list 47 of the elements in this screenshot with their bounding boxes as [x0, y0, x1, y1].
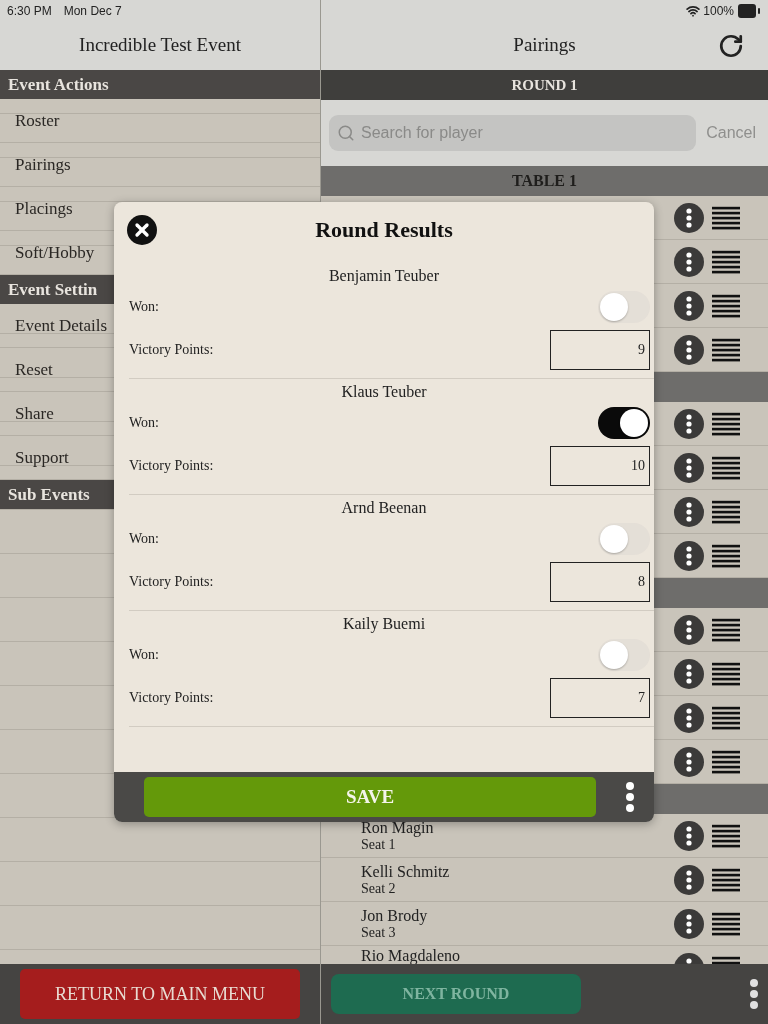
seat-label: Seat 2	[361, 879, 397, 897]
won-toggle[interactable]	[598, 523, 650, 555]
player-name: Kaily Buemi	[342, 615, 426, 635]
won-label: Won:	[129, 531, 159, 547]
points-field[interactable]: 7	[550, 678, 650, 718]
player-name: Klaus Teuber	[341, 383, 427, 402]
close-button[interactable]	[127, 215, 157, 245]
round-header: ROUND 1	[321, 70, 768, 100]
player-name: Rio Magdaleno	[361, 947, 462, 964]
won-toggle[interactable]	[598, 639, 650, 671]
player-name: Kelli Schmitz	[361, 862, 451, 880]
seat-label: Seat 1	[361, 836, 396, 853]
won-toggle[interactable]	[598, 407, 650, 439]
close-icon	[132, 220, 152, 240]
seat-label: Seat 3	[361, 924, 396, 941]
player-name: Arnd Beenan	[341, 499, 427, 518]
dialog-title: Round Results	[315, 216, 453, 243]
points-label: Victory Points:	[129, 690, 214, 706]
player-name: Ron Magin	[361, 818, 435, 836]
event-title: Incredible Test Event	[79, 34, 241, 56]
sidebar-item[interactable]: Pairings	[0, 143, 320, 187]
pairings-title: Pairings	[513, 34, 576, 56]
refresh-icon[interactable]	[718, 33, 744, 59]
player-name: Jon Brody	[361, 906, 429, 924]
status-date: Mon Dec 7	[63, 4, 122, 18]
won-label: Won:	[129, 299, 159, 315]
search-icon	[337, 124, 355, 142]
points-field[interactable]: 10	[550, 446, 650, 486]
status-time: 6:30 PM	[7, 4, 52, 18]
table-header: TABLE 1	[321, 166, 768, 196]
points-field[interactable]: 8	[550, 562, 650, 602]
won-label: Won:	[129, 415, 159, 431]
wifi-icon	[686, 4, 701, 18]
won-label: Won:	[129, 647, 159, 663]
sidebar-item[interactable]: Roster	[0, 99, 320, 143]
section-header: Event Settin	[0, 275, 114, 304]
points-label: Victory Points:	[129, 458, 214, 474]
search-field[interactable]: Search for player	[329, 115, 697, 151]
player-name: Benjamin Teuber	[328, 267, 440, 287]
return-button[interactable]: RETURN TO MAIN MENU	[20, 969, 300, 1019]
section-header: Event Actions	[0, 70, 320, 99]
points-field[interactable]: 9	[550, 330, 650, 370]
points-label: Victory Points:	[129, 574, 214, 590]
section-header: Sub Events	[0, 480, 114, 509]
points-label: Victory Points:	[129, 342, 214, 358]
battery-percent: 100%	[703, 4, 734, 18]
won-toggle[interactable]	[598, 291, 650, 323]
